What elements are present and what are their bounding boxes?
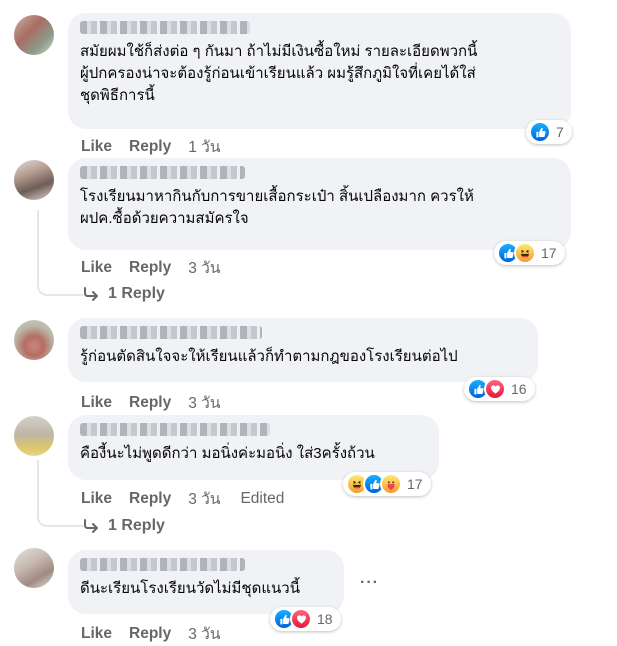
comment-timestamp[interactable]: 3 วัน xyxy=(188,255,220,280)
reaction-summary[interactable]: 16 xyxy=(464,377,535,401)
reaction-count: 17 xyxy=(407,476,423,492)
reaction-summary[interactable]: 17 xyxy=(343,472,431,496)
like-button[interactable]: Like xyxy=(81,394,112,412)
more-options-button[interactable]: ··· xyxy=(360,574,379,592)
reply-arrow-icon xyxy=(84,287,98,301)
comment-line: โรงเรียนมาหากินกับการขายเสื้อกระเป๋า สิ้… xyxy=(80,188,474,205)
reply-button[interactable]: Reply xyxy=(129,138,171,156)
comment-bubble: โรงเรียนมาหากินกับการขายเสื้อกระเป๋า สิ้… xyxy=(68,158,571,250)
avatar[interactable] xyxy=(14,320,54,360)
comment-text: รู้ก่อนตัดสินใจจะให้เรียนแล้วก็ทำตามกฎขอ… xyxy=(80,346,526,368)
reply-button[interactable]: Reply xyxy=(129,625,171,643)
reaction-count: 17 xyxy=(541,245,557,261)
comment-actions: Like Reply 3 วัน xyxy=(81,621,240,646)
avatar[interactable] xyxy=(14,416,54,456)
commenter-name-blurred[interactable] xyxy=(80,423,270,436)
avatar[interactable] xyxy=(14,15,54,55)
love-icon xyxy=(484,378,506,400)
commenter-name-blurred[interactable] xyxy=(80,326,262,339)
comment-text: โรงเรียนมาหากินกับการขายเสื้อกระเป๋า สิ้… xyxy=(80,186,559,230)
comment-actions: Like Reply 3 วัน xyxy=(81,390,240,415)
commenter-name-blurred[interactable] xyxy=(80,558,245,571)
reaction-count: 7 xyxy=(556,124,564,140)
love-icon xyxy=(290,608,312,630)
replies-count-label[interactable]: 1 Reply xyxy=(108,517,165,535)
reaction-summary[interactable]: 17 xyxy=(494,241,565,265)
like-icon xyxy=(529,121,551,143)
comment-timestamp[interactable]: 3 วัน xyxy=(188,486,220,511)
reply-connector xyxy=(37,280,83,296)
avatar[interactable] xyxy=(14,548,54,588)
comment-line: คืองี้นะไม่พูดดีกว่า มอนิ่งค่ะมอนิ่ง ใส่… xyxy=(80,445,375,462)
comment-actions: Like Reply 1 วัน xyxy=(81,134,240,159)
comment-actions: Like Reply 3 วัน xyxy=(81,255,240,280)
view-replies-link[interactable]: 1 Reply xyxy=(83,517,165,535)
comment-actions: Like Reply 3 วัน Edited xyxy=(81,486,284,511)
replies-count-label[interactable]: 1 Reply xyxy=(108,285,165,303)
edited-label[interactable]: Edited xyxy=(240,490,284,508)
comment-text: คืองี้นะไม่พูดดีกว่า มอนิ่งค่ะมอนิ่ง ใส่… xyxy=(80,443,427,465)
thread-line xyxy=(37,210,39,282)
like-button[interactable]: Like xyxy=(81,625,112,643)
reaction-summary[interactable]: 18 xyxy=(270,607,341,631)
like-button[interactable]: Like xyxy=(81,490,112,508)
like-button[interactable]: Like xyxy=(81,259,112,277)
comment-line: ดีนะเรียนโรงเรียนวัดไม่มีชุดแนวนี้ xyxy=(80,580,300,597)
comment-bubble: สมัยผมใช้ก็ส่งต่อ ๆ กันมา ถ้าไม่มีเงินซื… xyxy=(68,13,571,129)
reaction-count: 16 xyxy=(511,381,527,397)
comment-timestamp[interactable]: 3 วัน xyxy=(188,621,220,646)
reaction-summary[interactable]: 7 xyxy=(526,120,572,144)
reaction-count: 18 xyxy=(317,611,333,627)
comment-line: ผู้ปกครองน่าจะต้องรู้ก่อนเข้าเรียนแล้ว ผ… xyxy=(80,65,476,82)
comment-text: สมัยผมใช้ก็ส่งต่อ ๆ กันมา ถ้าไม่มีเงินซื… xyxy=(80,41,559,107)
comment-bubble: รู้ก่อนตัดสินใจจะให้เรียนแล้วก็ทำตามกฎขอ… xyxy=(68,318,538,382)
comment-line: สมัยผมใช้ก็ส่งต่อ ๆ กันมา ถ้าไม่มีเงินซื… xyxy=(80,43,478,60)
comment-timestamp[interactable]: 3 วัน xyxy=(188,390,220,415)
reply-connector xyxy=(37,511,83,527)
reply-arrow-icon xyxy=(84,519,98,533)
comment-bubble: ดีนะเรียนโรงเรียนวัดไม่มีชุดแนวนี้ xyxy=(68,550,344,614)
comment-text: ดีนะเรียนโรงเรียนวัดไม่มีชุดแนวนี้ xyxy=(80,578,332,600)
thread-line xyxy=(37,460,39,514)
haha-icon xyxy=(514,242,536,264)
comment-bubble: คืองี้นะไม่พูดดีกว่า มอนิ่งค่ะมอนิ่ง ใส่… xyxy=(68,415,439,480)
comment-line: ผปค.ซื้อด้วยความสมัครใจ xyxy=(80,210,249,227)
reply-button[interactable]: Reply xyxy=(129,259,171,277)
comment-timestamp[interactable]: 1 วัน xyxy=(188,134,220,159)
view-replies-link[interactable]: 1 Reply xyxy=(83,285,165,303)
comment-line: ชุดพิธีการนี้ xyxy=(80,87,155,104)
reply-button[interactable]: Reply xyxy=(129,394,171,412)
commenter-name-blurred[interactable] xyxy=(80,21,250,34)
commenter-name-blurred[interactable] xyxy=(80,166,245,179)
like-button[interactable]: Like xyxy=(81,138,112,156)
comment-line: รู้ก่อนตัดสินใจจะให้เรียนแล้วก็ทำตามกฎขอ… xyxy=(80,348,458,365)
avatar[interactable] xyxy=(14,160,54,200)
care-icon xyxy=(380,473,402,495)
reply-button[interactable]: Reply xyxy=(129,490,171,508)
